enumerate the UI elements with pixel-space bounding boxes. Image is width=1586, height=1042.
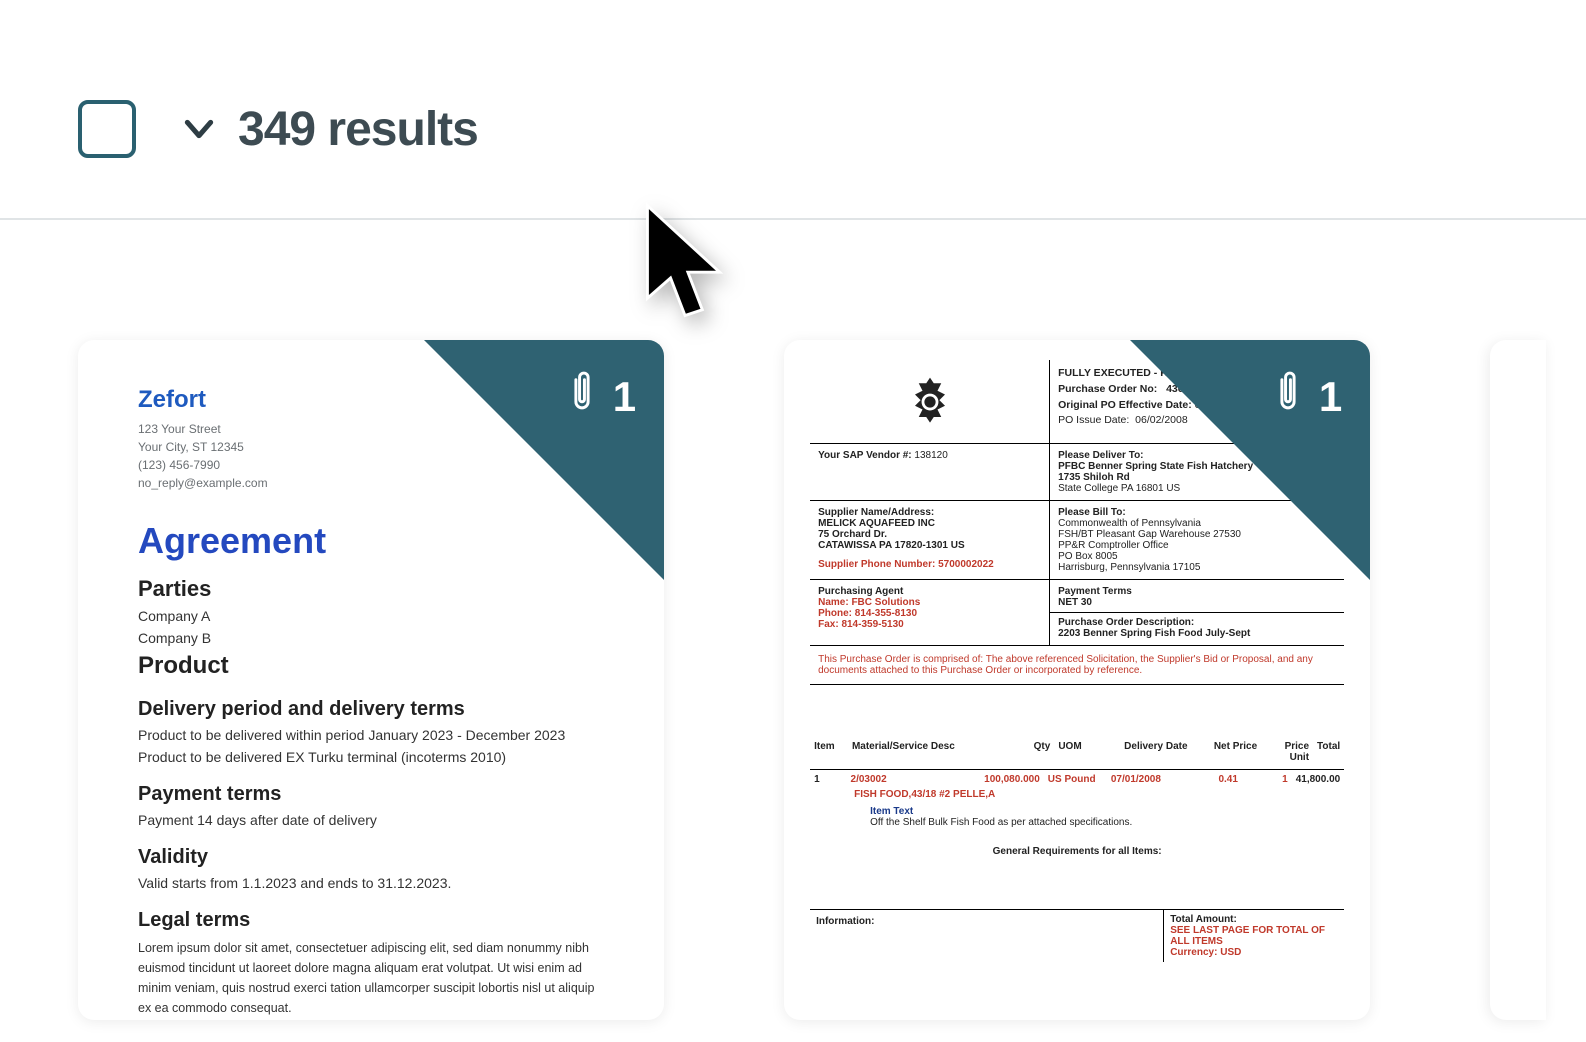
result-card[interactable]: 1 FULLY EXECUTED - REPRINT Purchase Orde… [784,340,1370,1020]
attachment-count: 1 [1319,373,1342,421]
table-row: 1 2/03002 100,080.000 US Pound 07/01/200… [810,770,1344,789]
seal-icon [810,360,1050,444]
page-root: 349 results 1 Zefort 123 Your Street You… [0,0,1586,1042]
table-header: Item Material/Service Desc Qty UOM Deliv… [810,735,1344,770]
results-dropdown[interactable]: 349 results [178,102,478,157]
paperclip-icon [567,370,597,424]
chevron-down-icon [178,108,220,150]
select-all-checkbox[interactable] [78,100,136,158]
result-card[interactable]: 1 Zefort 123 Your Street Your City, ST 1… [78,340,664,1020]
results-grid: 1 Zefort 123 Your Street Your City, ST 1… [78,220,1546,1020]
paperclip-icon [1273,370,1303,424]
attachment-count: 1 [613,373,636,421]
attachment-corner: 1 [424,340,664,580]
results-count: 349 results [238,102,478,157]
attachment-corner: 1 [1130,340,1370,580]
po-footer: Information: Total Amount: SEE LAST PAGE… [810,909,1344,962]
cursor-icon [640,200,730,335]
results-header: 349 results [78,100,1546,158]
result-card[interactable] [1490,340,1546,1020]
